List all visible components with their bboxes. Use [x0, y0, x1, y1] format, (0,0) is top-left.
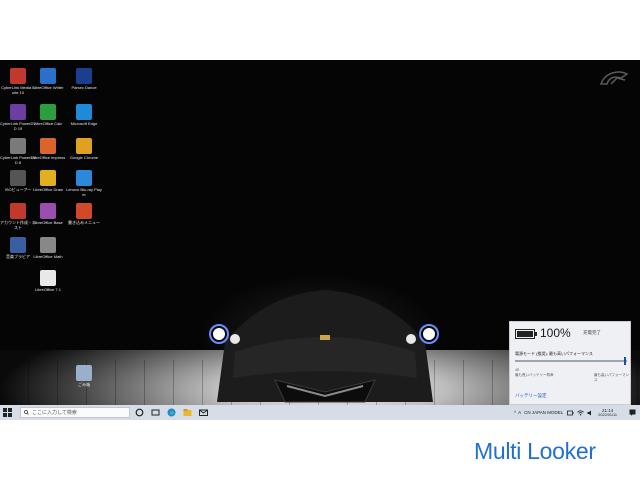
mail-icon[interactable] — [199, 408, 208, 417]
battery-flyout: 100% 充電完了 電源モード (推奨): 最も高いパフォーマンス 45 最も長… — [509, 321, 631, 405]
desktop-icon-label: LibreOffice 7.1 — [35, 287, 61, 292]
search-icon — [24, 410, 29, 415]
desktop-icon[interactable]: LibreOffice Calc — [30, 104, 66, 126]
base-icon — [40, 203, 56, 219]
burn-menu-icon — [76, 203, 92, 219]
account-icon — [10, 203, 26, 219]
windows-start-icon[interactable] — [3, 408, 12, 417]
bluray-player-icon — [76, 170, 92, 186]
taskbar: ここに入力して検索 ^ A CN JAPAN MODEL 21:14 2022/… — [0, 405, 640, 420]
power-mode-slider[interactable] — [515, 360, 627, 362]
car-brand-logo — [599, 71, 629, 85]
watermark-text: Multi Looker — [474, 438, 596, 464]
notification-icon[interactable] — [629, 409, 636, 416]
keyboard-layout[interactable]: CN JAPAN MODEL — [524, 410, 563, 415]
desktop-icon-label: LibreOffice Math — [33, 254, 63, 259]
ime-indicator[interactable]: A — [518, 410, 521, 415]
file-explorer-icon[interactable] — [183, 408, 192, 417]
desktop-icon[interactable]: LibreOffice Writer — [30, 68, 66, 90]
desktop-icon[interactable]: Parsec Dance — [66, 68, 102, 90]
search-placeholder: ここに入力して検索 — [32, 410, 77, 416]
desktop-icon[interactable]: LibreOffice Base — [30, 203, 66, 225]
battery-state: 充電完了 — [583, 330, 601, 335]
edge-taskbar-icon[interactable] — [167, 408, 176, 417]
desktop-icon-label: Lenovo Blu-ray Player — [66, 187, 102, 197]
desktop-icon-label: LibreOffice Writer — [32, 85, 64, 90]
power-mode-slider-thumb[interactable] — [624, 357, 626, 365]
desktop-icon-label: LibreOffice Impress — [30, 155, 66, 160]
edge-icon — [76, 104, 92, 120]
desktop-icon-label: 書き込みメニュー — [68, 220, 100, 225]
desktop-screen: CyberLink Media Suite 10 LibreOffice Writ… — [0, 60, 640, 420]
calc-icon — [40, 104, 56, 120]
desktop-icon[interactable]: LibreOffice Impress — [30, 138, 66, 160]
battery-percent: 100% — [540, 326, 571, 340]
desktop-icon[interactable]: LibreOffice Draw — [30, 170, 66, 192]
task-view-icon[interactable] — [151, 408, 160, 417]
desktop-icon[interactable]: Google Chrome — [66, 138, 102, 160]
battery-icon — [515, 329, 537, 339]
clock[interactable]: 21:14 2022/01/11 — [598, 408, 617, 417]
desktop-icon-label: ごみ箱 — [78, 382, 90, 387]
powerdvd-icon — [10, 104, 26, 120]
desktop-icon[interactable]: 書き込みメニュー — [66, 203, 102, 225]
desktop-icon-label: LibreOffice Draw — [33, 187, 63, 192]
cyberlink-media-icon — [10, 68, 26, 84]
impress-icon — [40, 138, 56, 154]
chrome-icon — [76, 138, 92, 154]
desktop-icon[interactable]: Lenovo Blu-ray Player — [66, 170, 102, 197]
writer-icon — [40, 68, 56, 84]
desktop-icon[interactable]: LibreOffice 7.1 — [30, 270, 66, 292]
right-headlight — [423, 328, 435, 340]
draw-icon — [40, 170, 56, 186]
music-icon — [10, 237, 26, 253]
recycle-bin-icon — [76, 365, 92, 381]
powerdvd8-icon — [10, 138, 26, 154]
iso-viewer-icon — [10, 170, 26, 186]
battery-settings-link[interactable]: バッテリー設定 — [515, 393, 547, 399]
desktop-icon-label: Microsoft Edge — [70, 121, 98, 126]
math-icon — [40, 237, 56, 253]
desktop-icon[interactable]: Microsoft Edge — [66, 104, 102, 126]
power-mode-label: 電源モード (推奨): 最も高いパフォーマンス — [515, 351, 593, 356]
desktop-icon[interactable]: ごみ箱 — [66, 365, 102, 387]
slider-high-label: 最も高いパフォーマンス — [594, 373, 629, 382]
desktop-icon-label: LibreOffice Base — [33, 220, 63, 225]
left-headlight — [213, 328, 225, 340]
system-tray: ^ A CN JAPAN MODEL 21:14 2022/01/11 — [514, 405, 640, 420]
battery-left-label: 45 — [515, 368, 519, 372]
desktop-icon-label: Google Chrome — [69, 155, 99, 160]
battery-tray-icon[interactable] — [567, 410, 574, 416]
car-emblem — [320, 335, 330, 340]
libreoffice-icon — [40, 270, 56, 286]
clock-date: 2022/01/11 — [598, 413, 617, 417]
sports-car-image — [209, 290, 439, 403]
search-box[interactable]: ここに入力して検索 — [20, 407, 130, 418]
desktop-icon[interactable]: LibreOffice Math — [30, 237, 66, 259]
tray-chevron-icon[interactable]: ^ — [514, 410, 516, 415]
desktop-icon-label: Parsec Dance — [71, 85, 97, 90]
volume-icon[interactable] — [587, 410, 594, 416]
parsec-icon — [76, 68, 92, 84]
slider-low-label: 最も長いバッテリー寿命 — [515, 373, 554, 377]
desktop-icon-label: LibreOffice Calc — [33, 121, 63, 126]
wifi-icon[interactable] — [577, 409, 585, 416]
cortana-icon[interactable] — [135, 408, 144, 417]
